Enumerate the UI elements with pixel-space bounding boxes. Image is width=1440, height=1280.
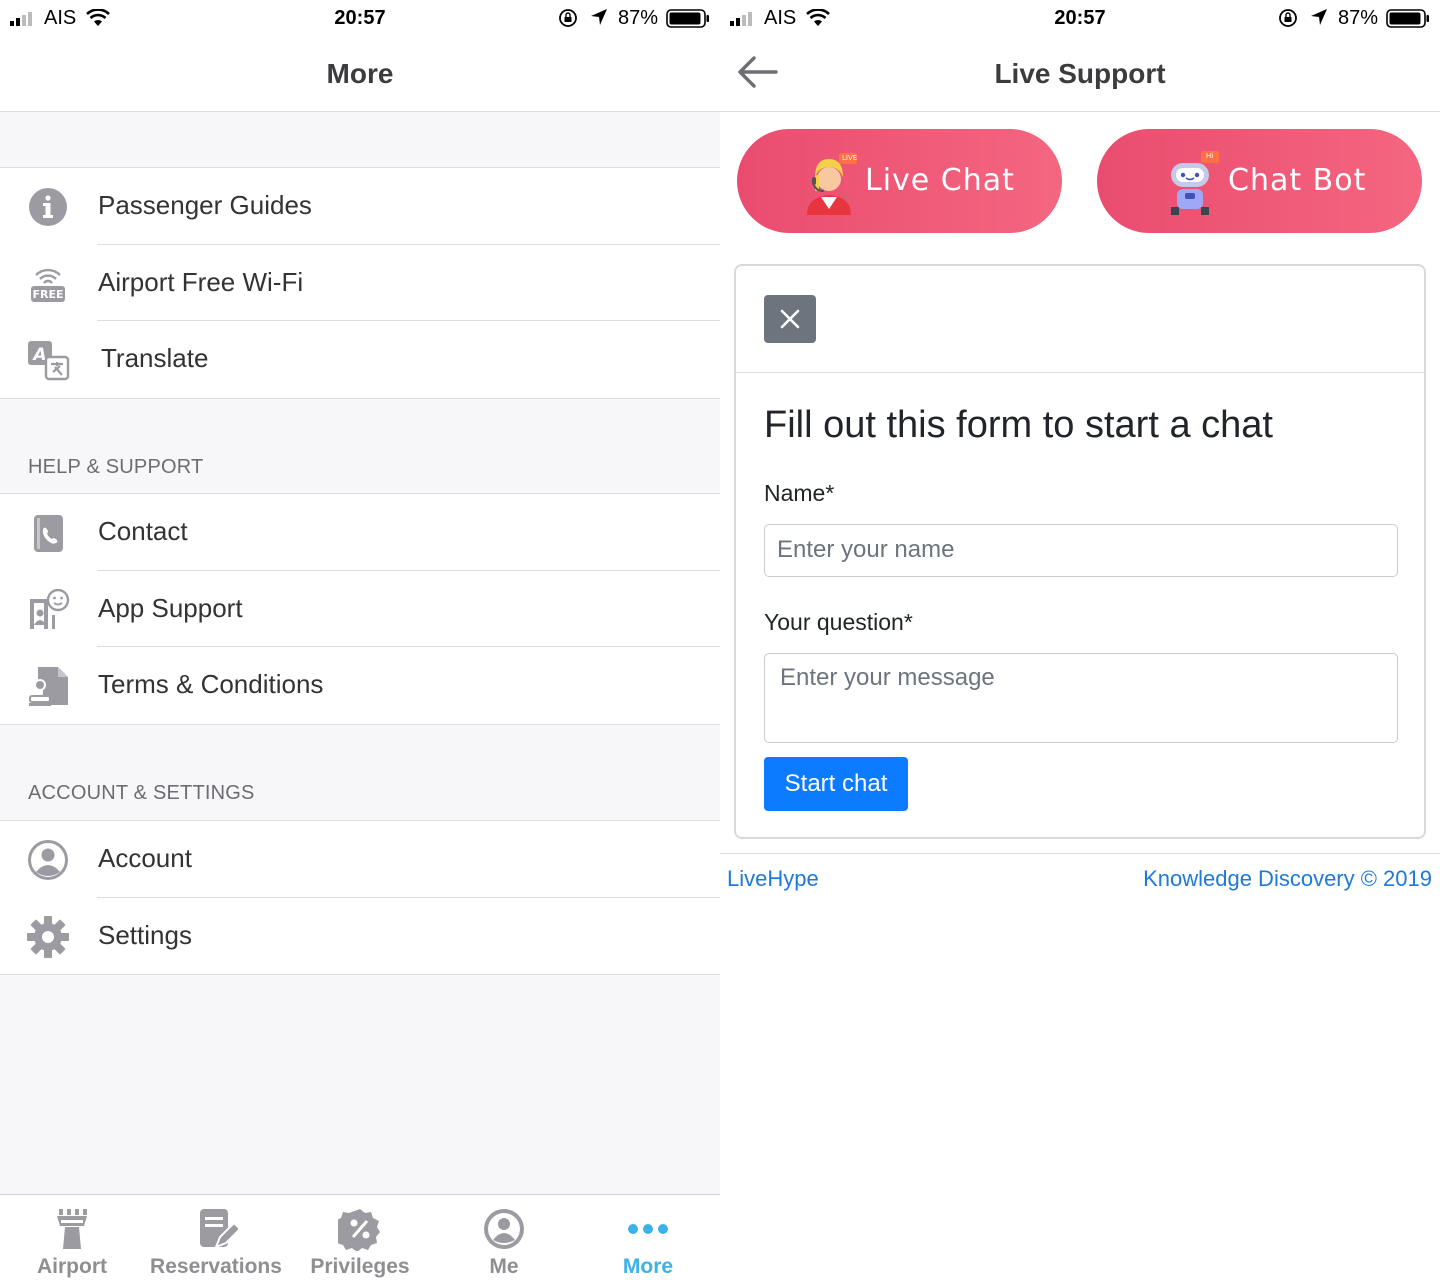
bot-badge: Hi — [1206, 152, 1214, 160]
tab-airport[interactable]: Airport — [0, 1195, 144, 1280]
tab-label: Airport — [37, 1255, 107, 1278]
livehype-link[interactable]: LiveHype — [727, 866, 819, 892]
svg-text:FREE: FREE — [32, 288, 63, 301]
menu-item-label: App Support — [98, 592, 243, 623]
menu-item-label: Airport Free Wi-Fi — [98, 266, 304, 297]
menu-item-translate[interactable]: A Translate — [0, 321, 720, 398]
question-textarea[interactable]: Enter your message — [764, 653, 1398, 743]
more-dots-icon — [628, 1224, 668, 1234]
menu-item-label: Translate — [101, 343, 209, 373]
app-support-icon — [30, 588, 70, 629]
question-placeholder: Enter your message — [780, 664, 995, 691]
divider — [720, 853, 1440, 854]
user-icon — [484, 1209, 524, 1249]
name-label: Name* — [764, 480, 835, 506]
tab-label: Privileges — [310, 1255, 410, 1278]
chat-robot-icon — [1171, 151, 1219, 215]
chat-form-card: Fill out this form to start a chat Name*… — [734, 264, 1426, 839]
question-label: Your question* — [764, 609, 913, 635]
free-wifi-icon: FREE — [31, 268, 65, 302]
copyright-link[interactable]: Knowledge Discovery © 2019 — [1143, 866, 1432, 892]
section-header-help: HELP & SUPPORT — [28, 456, 204, 478]
rotation-lock-icon — [1279, 9, 1297, 27]
clock: 20:57 — [1054, 7, 1106, 29]
airport-tower-icon — [57, 1209, 87, 1249]
menu-item-label: Terms & Conditions — [98, 669, 324, 699]
chat-bot-label: Chat Bot — [1228, 163, 1367, 198]
location-arrow-icon — [591, 9, 607, 25]
live-chat-button[interactable]: LIVE Live Chat — [737, 129, 1062, 233]
section-header-account: ACCOUNT & SETTINGS — [28, 782, 255, 804]
name-input[interactable]: Enter your name — [764, 524, 1398, 577]
status-bar: AIS 20:57 87% — [720, 0, 1440, 36]
reservation-icon — [200, 1209, 238, 1249]
menu-item-app-support[interactable]: App Support — [0, 571, 720, 647]
form-heading: Fill out this form to start a chat — [764, 404, 1273, 446]
tab-more[interactable]: More — [576, 1195, 720, 1280]
rotation-lock-icon — [559, 9, 577, 27]
clock: 20:57 — [334, 7, 386, 29]
menu-item-settings[interactable]: Settings — [0, 898, 720, 975]
live-chat-label: Live Chat — [865, 163, 1015, 198]
divider — [736, 372, 1424, 373]
tab-label: Reservations — [150, 1255, 282, 1278]
svg-text:A: A — [31, 345, 46, 365]
info-icon — [29, 188, 67, 226]
battery-percentage: 87% — [1338, 7, 1379, 29]
menu-item-label: Passenger Guides — [98, 190, 312, 220]
menu-item-label: Account — [98, 843, 192, 873]
menu-item-free-wifi[interactable]: FREE Airport Free Wi-Fi — [0, 245, 720, 321]
battery-icon — [666, 9, 709, 28]
tab-me[interactable]: Me — [432, 1195, 576, 1280]
document-stamp-icon — [29, 667, 68, 706]
live-badge: LIVE — [842, 154, 858, 162]
navigation-bar: More — [0, 36, 720, 112]
account-icon — [28, 840, 68, 880]
discount-badge-icon — [338, 1209, 380, 1251]
location-arrow-icon — [1311, 9, 1327, 25]
status-bar: AIS 20:57 87% — [0, 0, 720, 36]
close-button[interactable] — [764, 295, 816, 343]
page-title: Live Support — [994, 58, 1166, 89]
chat-bot-button[interactable]: Hi Chat Bot — [1097, 129, 1422, 233]
start-chat-button[interactable]: Start chat — [764, 757, 908, 811]
battery-percentage: 87% — [618, 7, 659, 29]
close-icon — [780, 309, 800, 329]
menu-item-label: Settings — [98, 919, 192, 950]
tab-label: More — [622, 1255, 674, 1278]
help-support-group: Contact App Support Terms & Conditions — [0, 493, 720, 725]
more-screen: AIS 20:57 87% More Passenger Guides FREE… — [0, 0, 720, 1280]
menu-item-account[interactable]: Account — [0, 821, 720, 898]
translate-icon: A — [28, 341, 70, 381]
menu-item-contact[interactable]: Contact — [0, 494, 720, 571]
navigation-bar: Live Support — [720, 36, 1440, 112]
tab-label: Me — [489, 1255, 519, 1278]
page-title: More — [326, 58, 394, 89]
battery-icon — [1386, 9, 1429, 28]
menu-item-label: Contact — [98, 516, 188, 546]
tab-reservations[interactable]: Reservations — [144, 1195, 288, 1280]
tab-privileges[interactable]: Privileges — [288, 1195, 432, 1280]
general-group: Passenger Guides FREE Airport Free Wi-Fi… — [0, 167, 720, 399]
gear-icon — [27, 915, 69, 958]
name-placeholder: Enter your name — [777, 536, 955, 563]
phone-book-icon — [34, 515, 63, 552]
tab-bar: Airport Reservations Privileges Me More — [0, 1194, 720, 1280]
menu-item-terms-conditions[interactable]: Terms & Conditions — [0, 647, 720, 724]
account-settings-group: Account Settings — [0, 820, 720, 975]
menu-item-passenger-guides[interactable]: Passenger Guides — [0, 168, 720, 245]
